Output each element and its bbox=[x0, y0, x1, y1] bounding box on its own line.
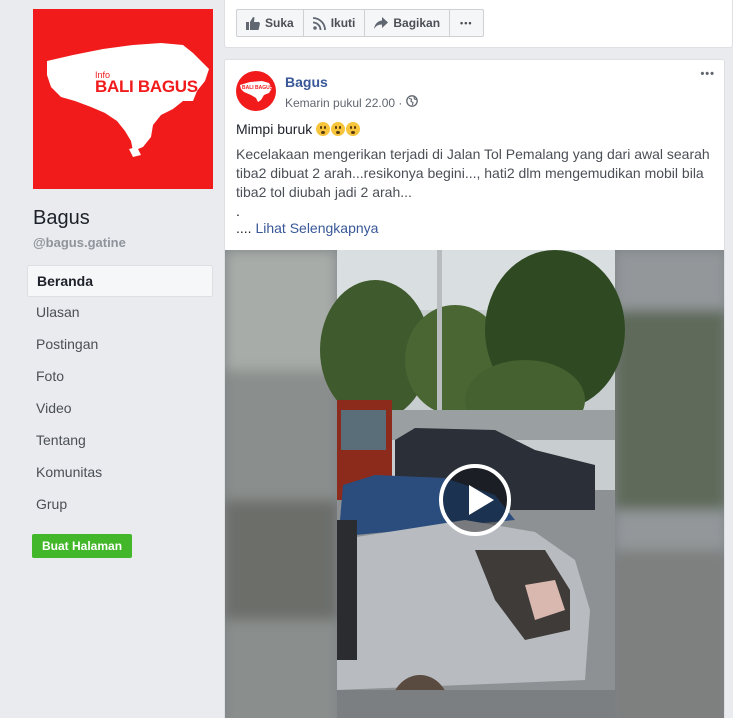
nav-item-tentang[interactable]: Tentang bbox=[27, 425, 213, 457]
avatar-logo-text: BALI BAGUS bbox=[242, 85, 274, 91]
nav-item-beranda[interactable]: Beranda bbox=[27, 265, 213, 297]
post-body: Kecelakaan mengerikan terjadi di Jalan T… bbox=[236, 146, 710, 200]
post-timestamp[interactable]: Kemarin pukul 22.00 · bbox=[285, 95, 419, 110]
more-dots-icon: ••• bbox=[460, 18, 473, 28]
nav-item-komunitas[interactable]: Komunitas bbox=[27, 457, 213, 489]
globe-icon bbox=[406, 95, 419, 110]
action-button-group: Suka Ikuti Bagikan ••• bbox=[236, 9, 484, 37]
page-sidebar: Info BALI BAGUS Bagus @bagus.gatine Bera… bbox=[0, 0, 222, 718]
worried-face-emoji bbox=[346, 122, 361, 136]
post-line-1-text: Mimpi buruk bbox=[236, 121, 313, 137]
post-text: Mimpi buruk Kecelakaan mengerikan terjad… bbox=[236, 120, 716, 244]
nav-item-ulasan[interactable]: Ulasan bbox=[27, 297, 213, 329]
post-video[interactable] bbox=[225, 250, 724, 718]
post-time-text: Kemarin pukul 22.00 · bbox=[285, 95, 403, 110]
play-icon[interactable] bbox=[439, 464, 511, 536]
post-author[interactable]: Bagus bbox=[285, 74, 328, 90]
page-profile-picture[interactable]: Info BALI BAGUS bbox=[33, 9, 213, 189]
share-icon bbox=[374, 17, 389, 29]
nav-item-postingan[interactable]: Postingan bbox=[27, 329, 213, 361]
post-line-1: Mimpi buruk bbox=[236, 120, 716, 139]
page-nav: Beranda Ulasan Postingan Foto Video Tent… bbox=[27, 265, 213, 521]
logo-title-text: BALI BAGUS bbox=[95, 77, 198, 96]
page-name[interactable]: Bagus bbox=[33, 207, 90, 230]
post-card: BALI BAGUS Bagus Kemarin pukul 22.00 · •… bbox=[224, 59, 725, 718]
see-more-link[interactable]: Lihat Selengkapnya bbox=[255, 220, 378, 236]
follow-icon bbox=[312, 16, 326, 30]
post-avatar[interactable]: BALI BAGUS bbox=[236, 71, 276, 111]
page-action-bar: Suka Ikuti Bagikan ••• bbox=[224, 0, 733, 48]
create-page-button[interactable]: Buat Halaman bbox=[32, 534, 133, 558]
worried-face-emoji bbox=[331, 122, 346, 136]
share-label: Bagikan bbox=[393, 16, 441, 30]
follow-label: Ikuti bbox=[330, 16, 356, 30]
follow-button[interactable]: Ikuti bbox=[304, 10, 366, 36]
share-button[interactable]: Bagikan bbox=[365, 10, 451, 36]
nav-item-foto[interactable]: Foto bbox=[27, 361, 213, 393]
nav-item-video[interactable]: Video bbox=[27, 393, 213, 425]
bali-avatar-logo bbox=[240, 81, 272, 102]
post-dot-line: . bbox=[236, 203, 240, 219]
post-ellipsis: .... bbox=[236, 220, 252, 236]
like-icon bbox=[246, 16, 260, 30]
nav-item-grup[interactable]: Grup bbox=[27, 489, 213, 521]
more-options-button[interactable]: ••• bbox=[450, 10, 482, 36]
worried-face-emoji bbox=[316, 122, 331, 136]
page-handle[interactable]: @bagus.gatine bbox=[33, 235, 126, 250]
bali-island-logo bbox=[47, 43, 209, 157]
like-button[interactable]: Suka bbox=[237, 10, 304, 36]
post-see-more-line: .... Lihat Selengkapnya bbox=[236, 219, 716, 238]
post-more-options-button[interactable]: ••• bbox=[700, 68, 715, 80]
like-label: Suka bbox=[265, 16, 294, 30]
